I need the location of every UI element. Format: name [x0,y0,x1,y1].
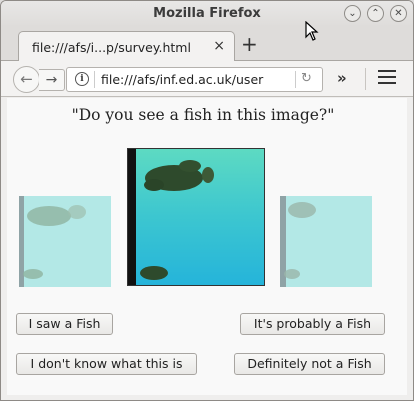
url-divider [295,71,296,88]
overflow-menu-icon[interactable]: » [337,69,347,87]
maximize-button[interactable]: ⌃ [367,5,384,22]
close-icon: ✕ [394,8,403,19]
hamburger-menu-icon[interactable] [378,70,396,88]
survey-question: "Do you see a fish in this image?" [71,106,335,124]
new-tab-button[interactable]: + [241,32,258,56]
main-fish-image [127,148,265,286]
chevron-up-icon: ⌃ [371,8,380,19]
chevron-down-icon: ⌄ [348,8,357,19]
site-info-icon[interactable]: i [75,72,89,86]
tab-title: file:///afs/i...p/survey.html [32,40,191,55]
title-bar: Mozilla Firefox ⌄ ⌃ ✕ [1,1,413,27]
mouse-cursor-icon [305,21,319,41]
navigation-bar: ← → i file:///afs/inf.ed.ac.uk/user ↻ » [1,61,413,97]
toolbar-divider [365,68,366,90]
tab-close-icon[interactable]: × [213,38,225,54]
back-button[interactable]: ← [13,66,40,93]
close-window-button[interactable]: ✕ [390,5,407,22]
left-preview-image [19,196,111,287]
forward-button[interactable]: → [39,69,65,91]
probably-fish-button[interactable]: It's probably a Fish [240,313,385,335]
url-divider [94,71,95,88]
reload-icon[interactable]: ↻ [301,71,312,86]
tab-strip: file:///afs/i...p/survey.html × + [1,27,413,62]
tab-survey[interactable]: file:///afs/i...p/survey.html × [18,31,235,62]
url-bar[interactable]: i file:///afs/inf.ed.ac.uk/user ↻ [66,67,323,92]
page-content: "Do you see a fish in this image?" I saw… [7,98,407,395]
forward-arrow-icon: → [45,72,58,88]
url-input[interactable]: file:///afs/inf.ed.ac.uk/user [101,72,291,87]
browser-window: Mozilla Firefox ⌄ ⌃ ✕ file:///afs/i...p/… [0,0,414,401]
back-arrow-icon: ← [20,70,33,88]
right-preview-image [280,196,372,287]
minimize-button[interactable]: ⌄ [344,5,361,22]
not-fish-button[interactable]: Definitely not a Fish [234,353,385,375]
saw-fish-button[interactable]: I saw a Fish [16,313,113,335]
dont-know-button[interactable]: I don't know what this is [16,353,197,375]
